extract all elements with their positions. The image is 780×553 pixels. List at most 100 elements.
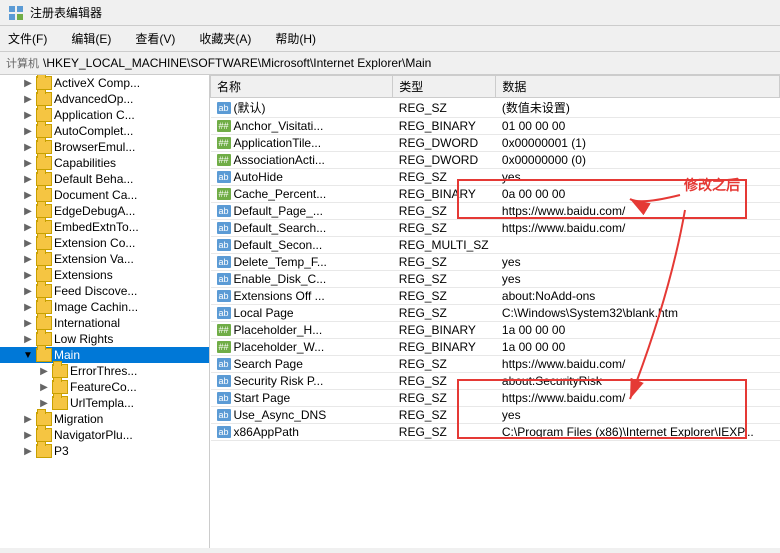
table-row[interactable]: ab Default_Search... REG_SZ https://www.… [211, 220, 780, 237]
cell-name: ab AutoHide [211, 169, 393, 186]
reg-icon: ## [217, 120, 231, 132]
tree-label: AutoComplet... [54, 124, 133, 138]
regedit-icon [8, 5, 24, 21]
tree-item[interactable]: ▶ P3 [0, 443, 209, 459]
reg-icon: ## [217, 188, 231, 200]
tree-item[interactable]: ▶ Extension Va... [0, 251, 209, 267]
menu-help[interactable]: 帮助(H) [271, 28, 320, 49]
tree-item[interactable]: ▶ AdvancedOp... [0, 91, 209, 107]
table-row[interactable]: ## Placeholder_W... REG_BINARY 1a 00 00 … [211, 339, 780, 356]
folder-icon [52, 380, 68, 394]
table-row[interactable]: ab AutoHide REG_SZ yes [211, 169, 780, 186]
tree-arrow: ▶ [20, 430, 36, 441]
table-row[interactable]: ab Local Page REG_SZ C:\Windows\System32… [211, 305, 780, 322]
table-header-row: 名称 类型 数据 [211, 76, 780, 98]
table-row[interactable]: ## AssociationActi... REG_DWORD 0x000000… [211, 152, 780, 169]
table-row[interactable]: ## Cache_Percent... REG_BINARY 0a 00 00 … [211, 186, 780, 203]
address-label: 计算机 [6, 55, 39, 71]
title-bar: 注册表编辑器 [0, 0, 780, 26]
menu-favorites[interactable]: 收藏夹(A) [195, 28, 255, 49]
tree-item[interactable]: ▶ Extensions [0, 267, 209, 283]
tree-label: Document Ca... [54, 188, 137, 202]
tree-arrow: ▶ [20, 414, 36, 425]
cell-data: yes [496, 169, 780, 186]
table-row[interactable]: ab Search Page REG_SZ https://www.baidu.… [211, 356, 780, 373]
cell-name-text: Anchor_Visitati... [234, 119, 324, 133]
tree-arrow: ▶ [20, 302, 36, 313]
folder-icon [36, 316, 52, 330]
cell-name: ## Cache_Percent... [211, 186, 393, 203]
cell-data: 1a 00 00 00 [496, 339, 780, 356]
tree-item[interactable]: ▶ EdgeDebugA... [0, 203, 209, 219]
table-row[interactable]: ab Delete_Temp_F... REG_SZ yes [211, 254, 780, 271]
tree-arrow: ▶ [20, 190, 36, 201]
cell-name: ab (默认) [211, 98, 393, 118]
table-row[interactable]: ab Extensions Off ... REG_SZ about:NoAdd… [211, 288, 780, 305]
right-panel: 修改之后 名称 类型 数据 [210, 75, 780, 548]
reg-icon: ab [217, 171, 231, 183]
tree-panel[interactable]: ▶ ActiveX Comp... ▶ AdvancedOp... ▶ Appl… [0, 75, 210, 548]
table-row[interactable]: ## Placeholder_H... REG_BINARY 1a 00 00 … [211, 322, 780, 339]
tree-item[interactable]: ▶ Document Ca... [0, 187, 209, 203]
tree-item[interactable]: ▶ BrowserEmul... [0, 139, 209, 155]
tree-label: Feed Discove... [54, 284, 137, 298]
cell-type: REG_SZ [393, 271, 496, 288]
table-row[interactable]: ## ApplicationTile... REG_DWORD 0x000000… [211, 135, 780, 152]
cell-name-text: Search Page [234, 357, 303, 371]
tree-item[interactable]: ▶ ActiveX Comp... [0, 75, 209, 91]
table-row[interactable]: ab (默认) REG_SZ (数值未设置) [211, 98, 780, 118]
reg-icon: ab [217, 273, 231, 285]
cell-data: https://www.baidu.com/ [496, 220, 780, 237]
menu-edit[interactable]: 编辑(E) [67, 28, 115, 49]
reg-icon: ab [217, 409, 231, 421]
tree-item[interactable]: ▶ FeatureCo... [0, 379, 209, 395]
tree-label: P3 [54, 444, 69, 458]
tree-label: AdvancedOp... [54, 92, 133, 106]
tree-item[interactable]: ▶ Default Beha... [0, 171, 209, 187]
table-row[interactable]: ## Anchor_Visitati... REG_BINARY 01 00 0… [211, 118, 780, 135]
tree-item[interactable]: ▶ Application C... [0, 107, 209, 123]
tree-item[interactable]: ▶ NavigatorPlu... [0, 427, 209, 443]
table-scroll[interactable]: 名称 类型 数据 ab (默认) REG_SZ (数值未设置) ## Ancho… [210, 75, 780, 548]
cell-type: REG_SZ [393, 407, 496, 424]
tree-item[interactable]: ▶ EmbedExtnTo... [0, 219, 209, 235]
cell-type: REG_DWORD [393, 135, 496, 152]
cell-data: 0x00000000 (0) [496, 152, 780, 169]
cell-name-text: Placeholder_H... [234, 323, 323, 337]
tree-item[interactable]: ▼ Main [0, 347, 209, 363]
tree-item[interactable]: ▶ Low Rights [0, 331, 209, 347]
tree-item[interactable]: ▶ Image Cachin... [0, 299, 209, 315]
tree-arrow: ▶ [20, 94, 36, 105]
cell-type: REG_SZ [393, 356, 496, 373]
reg-icon: ## [217, 341, 231, 353]
table-row[interactable]: ab Security Risk P... REG_SZ about:Secur… [211, 373, 780, 390]
tree-item[interactable]: ▶ Extension Co... [0, 235, 209, 251]
tree-item[interactable]: ▶ International [0, 315, 209, 331]
table-row[interactable]: ab x86AppPath REG_SZ C:\Program Files (x… [211, 424, 780, 441]
tree-item[interactable]: ▶ AutoComplet... [0, 123, 209, 139]
table-row[interactable]: ab Use_Async_DNS REG_SZ yes [211, 407, 780, 424]
tree-arrow: ▶ [20, 238, 36, 249]
menu-view[interactable]: 查看(V) [131, 28, 179, 49]
table-row[interactable]: ab Default_Secon... REG_MULTI_SZ [211, 237, 780, 254]
tree-label: ErrorThres... [70, 364, 137, 378]
tree-item[interactable]: ▶ UrlTempla... [0, 395, 209, 411]
cell-data [496, 237, 780, 254]
cell-name-text: Default_Page_... [234, 204, 323, 218]
tree-item[interactable]: ▶ Feed Discove... [0, 283, 209, 299]
tree-arrow: ▶ [20, 174, 36, 185]
registry-table: 名称 类型 数据 ab (默认) REG_SZ (数值未设置) ## Ancho… [210, 75, 780, 441]
tree-label: NavigatorPlu... [54, 428, 133, 442]
cell-name-text: Extensions Off ... [234, 289, 325, 303]
cell-name: ab Enable_Disk_C... [211, 271, 393, 288]
cell-type: REG_SZ [393, 98, 496, 118]
tree-arrow: ▶ [36, 366, 52, 377]
menu-file[interactable]: 文件(F) [4, 28, 51, 49]
tree-item[interactable]: ▶ Capabilities [0, 155, 209, 171]
tree-item[interactable]: ▶ ErrorThres... [0, 363, 209, 379]
table-row[interactable]: ab Default_Page_... REG_SZ https://www.b… [211, 203, 780, 220]
table-row[interactable]: ab Enable_Disk_C... REG_SZ yes [211, 271, 780, 288]
table-row[interactable]: ab Start Page REG_SZ https://www.baidu.c… [211, 390, 780, 407]
cell-type: REG_BINARY [393, 339, 496, 356]
tree-item[interactable]: ▶ Migration [0, 411, 209, 427]
